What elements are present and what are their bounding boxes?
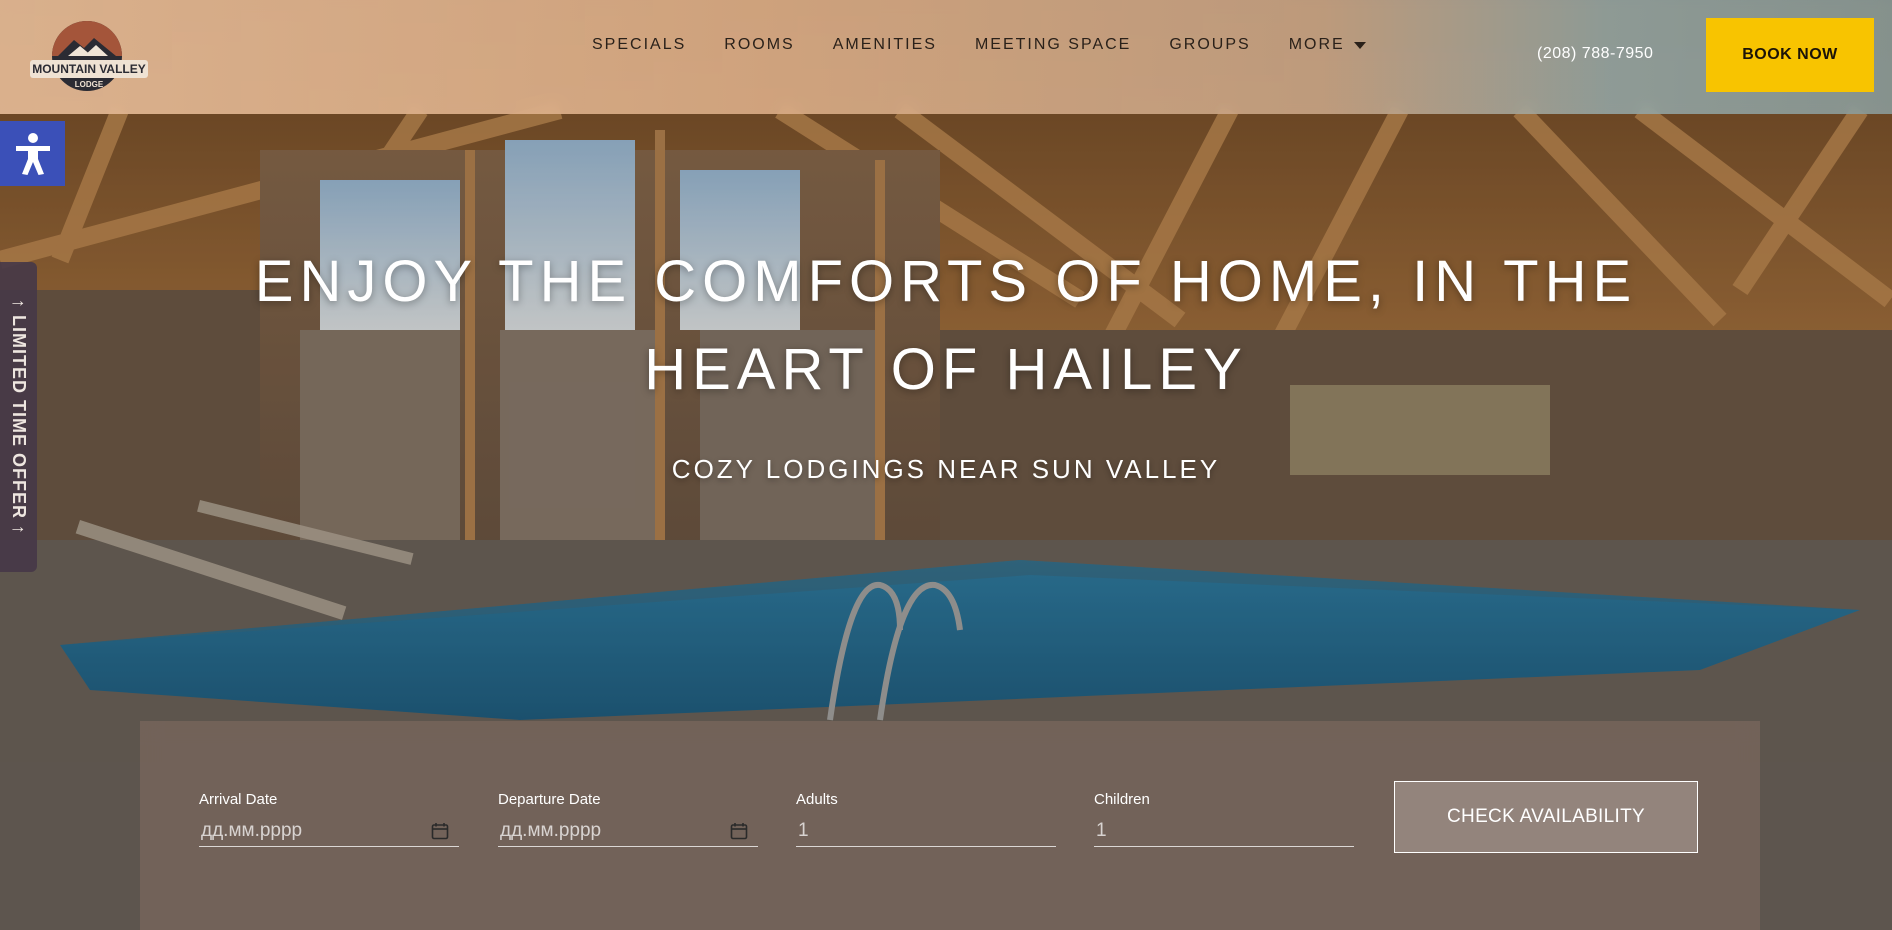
caret-down-icon: [1353, 41, 1366, 49]
phone-number-link[interactable]: (208) 788-7950: [1537, 45, 1653, 63]
mountain-valley-lodge-logo[interactable]: MOUNTAIN VALLEY LODGE: [24, 14, 154, 92]
adults-field: Adults 1: [796, 791, 1056, 847]
children-value: 1: [1096, 820, 1107, 841]
main-navigation: SPECIALS ROOMS AMENITIES MEETING SPACE G…: [592, 36, 1404, 54]
nav-meeting-space[interactable]: MEETING SPACE: [975, 36, 1131, 54]
nav-rooms-label: ROOMS: [724, 36, 795, 53]
offer-tab-label: ↑ LIMITED TIME OFFER ↑: [9, 299, 29, 535]
booking-form: Arrival Date дд.мм.рррр Departure Date д…: [140, 721, 1760, 930]
departure-date-input[interactable]: дд.мм.рррр: [498, 816, 758, 847]
hero-title-line-2: HEART OF HAILEY: [644, 337, 1248, 402]
nav-groups-label: GROUPS: [1169, 36, 1251, 53]
departure-date-placeholder: дд.мм.рррр: [500, 820, 602, 841]
nav-more-label: MORE: [1288, 36, 1345, 53]
children-field: Children 1: [1094, 791, 1354, 847]
accessibility-icon: [15, 132, 50, 175]
adults-value: 1: [798, 820, 809, 841]
children-label: Children: [1094, 791, 1150, 808]
hero-title-line-1: ENJOY THE COMFORTS OF HOME, IN THE: [254, 249, 1638, 314]
adults-input[interactable]: 1: [796, 816, 1056, 847]
nav-meeting-space-label: MEETING SPACE: [974, 36, 1132, 53]
calendar-icon[interactable]: [431, 822, 449, 840]
accessibility-button[interactable]: [0, 121, 65, 186]
hero-title: ENJOY THE COMFORTS OF HOME, IN THE HEART…: [200, 238, 1692, 414]
nav-rooms[interactable]: ROOMS: [724, 36, 794, 54]
arrival-date-field: Arrival Date дд.мм.рррр: [199, 791, 459, 847]
nav-amenities[interactable]: AMENITIES: [833, 36, 937, 54]
logo-text-top: MOUNTAIN VALLEY: [32, 62, 146, 76]
limited-time-offer-tab[interactable]: ↑ LIMITED TIME OFFER ↑: [0, 262, 37, 572]
arrival-date-placeholder: дд.мм.рррр: [201, 820, 303, 841]
hero-subtitle: COZY LODGINGS NEAR SUN VALLEY: [671, 454, 1221, 484]
departure-date-label: Departure Date: [498, 791, 601, 808]
logo-text-bottom: LODGE: [75, 80, 104, 89]
departure-date-field: Departure Date дд.мм.рррр: [498, 791, 758, 847]
children-input[interactable]: 1: [1094, 816, 1354, 847]
arrival-date-label: Arrival Date: [199, 791, 278, 808]
arrival-date-input[interactable]: дд.мм.рррр: [199, 816, 459, 847]
book-now-button[interactable]: BOOK NOW: [1706, 18, 1874, 92]
site-header: MOUNTAIN VALLEY LODGE SPECIALS ROOMS AME…: [0, 0, 1892, 114]
nav-amenities-label: AMENITIES: [832, 36, 937, 53]
nav-specials[interactable]: SPECIALS: [592, 36, 686, 54]
calendar-icon[interactable]: [730, 822, 748, 840]
nav-more-dropdown[interactable]: MORE: [1289, 36, 1366, 54]
check-availability-button[interactable]: CHECK AVAILABILITY: [1394, 781, 1698, 853]
adults-label: Adults: [796, 791, 838, 808]
nav-specials-label: SPECIALS: [592, 36, 687, 53]
nav-groups[interactable]: GROUPS: [1169, 36, 1250, 54]
